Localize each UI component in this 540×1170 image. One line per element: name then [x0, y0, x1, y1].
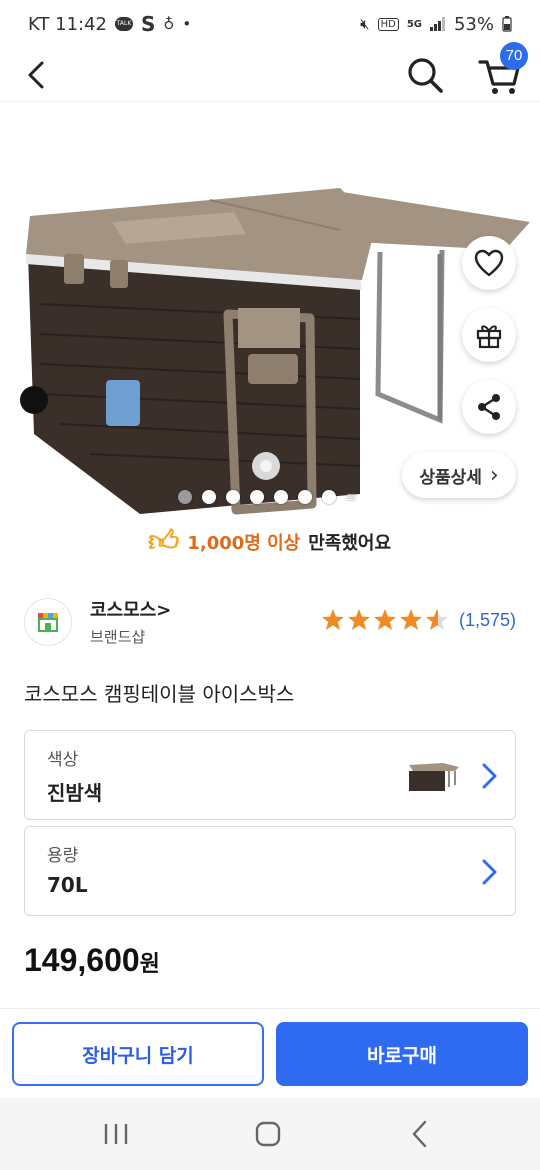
- share-icon: [478, 394, 500, 420]
- carousel-dot[interactable]: [226, 490, 240, 504]
- mute-icon: 🔇︎: [360, 15, 370, 33]
- share-button[interactable]: [462, 380, 516, 434]
- drop-notification-icon: ♁: [163, 15, 175, 33]
- home-icon[interactable]: [248, 1116, 288, 1152]
- price-value: 149,600: [24, 942, 140, 978]
- back-nav-icon[interactable]: [400, 1116, 440, 1152]
- bottom-action-bar: 장바구니 담기 바로구매: [0, 1008, 540, 1098]
- table-leg: [375, 249, 445, 424]
- option-label: 용량: [47, 846, 79, 866]
- battery-percent: 53%: [453, 13, 494, 35]
- system-nav-bar: [0, 1098, 540, 1170]
- chevron-right-icon: ›: [489, 462, 499, 488]
- price-unit: 원: [139, 952, 160, 977]
- thumbs-up-icon: 👍︎: [148, 524, 180, 559]
- star-rating-icon: [321, 609, 448, 630]
- status-bar: KT 11:42 TALK S ♁ • 🔇︎ HD 5G 53%: [0, 0, 540, 48]
- gift-button[interactable]: [462, 308, 516, 362]
- add-to-cart-button[interactable]: 장바구니 담기: [12, 1022, 264, 1086]
- heart-icon: [474, 249, 504, 277]
- carrier-time: KT 11:42: [28, 13, 107, 35]
- shop-icon: [38, 613, 58, 632]
- product-price: 149,600원: [24, 942, 160, 979]
- capacity-option-selector[interactable]: 용량 70L: [24, 826, 516, 916]
- carousel-dot[interactable]: [178, 490, 192, 504]
- carousel-dot[interactable]: [274, 490, 288, 504]
- network-5g-icon: 5G: [406, 18, 422, 30]
- carousel-dot[interactable]: [250, 490, 264, 504]
- option-label: 색상: [47, 750, 79, 770]
- product-detail-label: 상품상세: [419, 467, 482, 488]
- chevron-right-icon: [482, 763, 497, 789]
- more-notifications-icon: •: [182, 15, 192, 33]
- hd-icon: HD: [377, 17, 399, 31]
- satisfaction-text: 만족했어요: [308, 533, 392, 554]
- carousel-dot[interactable]: [202, 490, 216, 504]
- carousel-dot[interactable]: [322, 490, 336, 504]
- battery-icon: [502, 16, 512, 32]
- brand-name-link[interactable]: 코스모스>: [90, 596, 171, 622]
- rating[interactable]: (1,575): [321, 608, 516, 632]
- recent-apps-icon[interactable]: [96, 1116, 136, 1152]
- brand-sticker: [106, 380, 140, 426]
- carousel-indicator: ≡: [178, 490, 356, 504]
- top-app-bar: 70: [0, 42, 540, 102]
- cart-count-badge: 70: [500, 42, 528, 70]
- gift-icon: [476, 325, 502, 349]
- brand-chevron-icon: >: [156, 600, 172, 621]
- satisfaction-banner: 👍︎ 1,000명 이상 만족했어요: [148, 524, 391, 560]
- brand-logo[interactable]: [24, 598, 72, 646]
- product-detail-button[interactable]: 상품상세 ›: [402, 452, 516, 498]
- wishlist-button[interactable]: [462, 236, 516, 290]
- buy-now-button[interactable]: 바로구매: [276, 1022, 528, 1086]
- option-value: 진밤색: [47, 781, 103, 805]
- signal-icon: [429, 17, 445, 31]
- wheel: [20, 386, 48, 414]
- section-divider: [0, 572, 540, 580]
- brand-row: 코스모스> 브랜드샵 (1,575): [24, 594, 516, 654]
- option-value: 70L: [47, 873, 88, 897]
- review-count[interactable]: (1,575): [459, 610, 516, 631]
- brand-subtitle: 브랜드샵: [90, 628, 146, 646]
- search-icon[interactable]: [404, 54, 446, 96]
- carousel-dot[interactable]: [298, 490, 312, 504]
- product-title: 코스모스 캠핑테이블 아이스박스: [24, 682, 295, 706]
- carousel-more-icon: ≡: [346, 490, 357, 504]
- satisfaction-highlight: 1,000명 이상: [187, 533, 301, 554]
- brand-name: 코스모스: [90, 600, 157, 621]
- samsung-notification-icon: S: [141, 12, 156, 36]
- talk-notification-icon: TALK: [115, 17, 133, 31]
- color-option-selector[interactable]: 색상 진밤색: [24, 730, 516, 820]
- chevron-right-icon: [482, 859, 497, 885]
- color-thumbnail: [409, 763, 459, 791]
- back-arrow-icon[interactable]: [20, 58, 54, 92]
